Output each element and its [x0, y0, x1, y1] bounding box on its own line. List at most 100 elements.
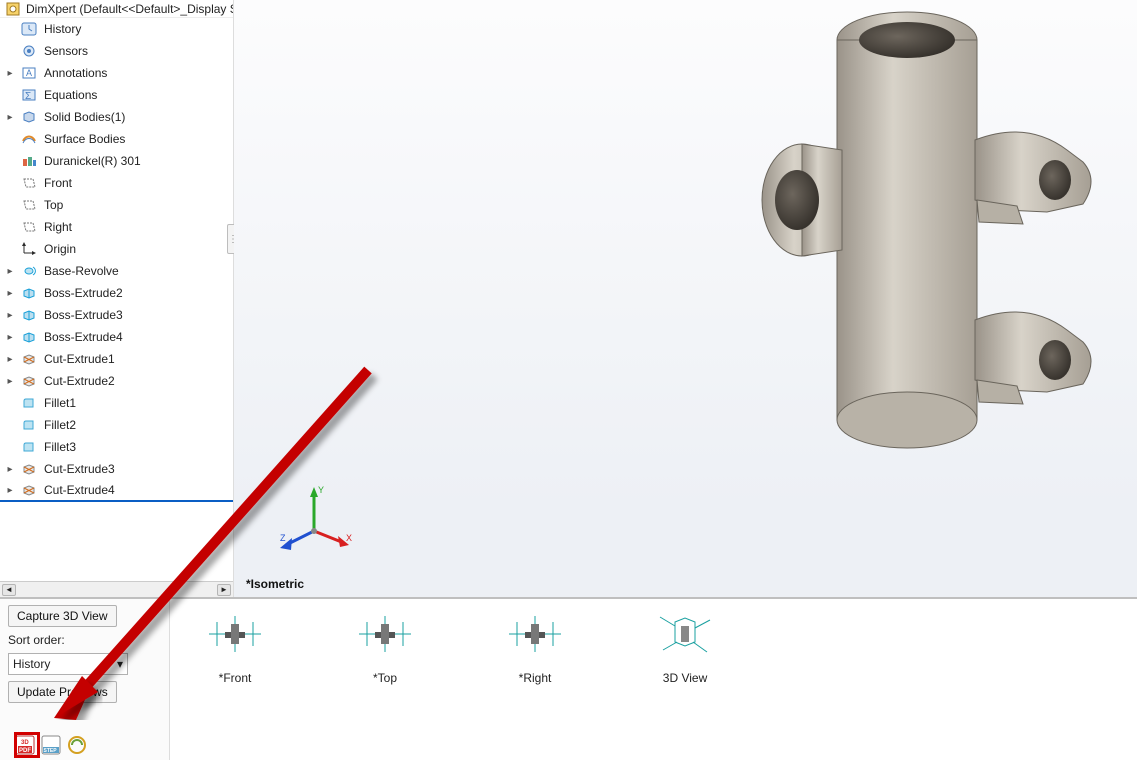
view-thumbnail-icon — [350, 609, 420, 659]
fillet-icon — [20, 395, 38, 411]
tree-item-label: Cut-Extrude2 — [44, 374, 115, 388]
fillet-icon — [20, 417, 38, 433]
tree-item-label: History — [44, 22, 81, 36]
plane-icon — [20, 219, 38, 235]
graphics-viewport[interactable]: Y X Z — [234, 0, 1137, 597]
tree-item-cut-extrude3[interactable]: ▸ Cut-Extrude3 — [0, 458, 233, 480]
tree-item-sensors[interactable]: Sensors — [0, 40, 233, 62]
tree-header[interactable]: DimXpert (Default<<Default>_Display S — [0, 0, 233, 18]
tree-item-base-revolve[interactable]: ▸ Base-Revolve — [0, 260, 233, 282]
scroll-left-arrow[interactable]: ◄ — [2, 584, 16, 596]
tree-item-label: Front — [44, 176, 72, 190]
tree-item-cut-extrude1[interactable]: ▸ Cut-Extrude1 — [0, 348, 233, 370]
view-orientation-label: *Isometric — [246, 577, 304, 591]
tree-item-cut-extrude2[interactable]: ▸ Cut-Extrude2 — [0, 370, 233, 392]
svg-text:A: A — [26, 68, 32, 78]
cut-icon — [20, 373, 38, 389]
sort-order-label: Sort order: — [8, 633, 161, 647]
expand-caret[interactable]: ▸ — [6, 354, 14, 365]
tree-item-solid-bodies-1-[interactable]: ▸ Solid Bodies(1) — [0, 106, 233, 128]
scroll-right-arrow[interactable]: ► — [217, 584, 231, 596]
model-render — [707, 0, 1127, 460]
expand-caret[interactable]: ▸ — [6, 68, 14, 79]
expand-caret[interactable]: ▸ — [6, 266, 14, 277]
tree-item-top[interactable]: Top — [0, 194, 233, 216]
revolve-icon — [20, 263, 38, 279]
tree-item-label: Boss-Extrude4 — [44, 330, 123, 344]
plane-icon — [20, 175, 38, 191]
tree-item-label: Fillet3 — [44, 440, 76, 454]
svg-text:X: X — [346, 533, 352, 543]
capture-3d-view-button[interactable]: Capture 3D View — [8, 605, 117, 627]
view-thumb-3d-view[interactable]: 3D View — [640, 609, 730, 750]
tree-item-boss-extrude3[interactable]: ▸ Boss-Extrude3 — [0, 304, 233, 326]
extrude-icon — [20, 329, 38, 345]
solidbodies-icon — [20, 109, 38, 125]
tree-title-text: DimXpert (Default<<Default>_Display S — [26, 2, 233, 16]
tree-item-surface-bodies[interactable]: Surface Bodies — [0, 128, 233, 150]
view-thumb--top[interactable]: *Top — [340, 609, 430, 750]
tree-item-label: Sensors — [44, 44, 88, 58]
tree-item-label: Origin — [44, 242, 76, 256]
tree-item-label: Cut-Extrude3 — [44, 462, 115, 476]
tree-horizontal-scrollbar[interactable]: ◄ ► — [0, 581, 233, 597]
tree-item-label: Solid Bodies(1) — [44, 110, 125, 124]
svg-text:3D: 3D — [21, 740, 29, 746]
publish-icons-row: PDF 3D STEP — [14, 734, 88, 756]
tree-item-cut-extrude4[interactable]: ▸ Cut-Extrude4 — [0, 480, 233, 502]
tree-item-label: Boss-Extrude3 — [44, 308, 123, 322]
cut-icon — [20, 351, 38, 367]
history-icon — [20, 21, 38, 37]
svg-text:PDF: PDF — [19, 748, 31, 754]
cut-icon — [20, 482, 38, 498]
tree-item-right[interactable]: Right — [0, 216, 233, 238]
expand-caret[interactable]: ▸ — [6, 485, 14, 496]
expand-caret[interactable]: ▸ — [6, 464, 14, 475]
tree-item-annotations[interactable]: ▸ A Annotations — [0, 62, 233, 84]
tree-item-fillet3[interactable]: Fillet3 — [0, 436, 233, 458]
sort-order-select[interactable]: History ▾ — [8, 653, 128, 675]
surfacebodies-icon — [20, 131, 38, 147]
tree-item-front[interactable]: Front — [0, 172, 233, 194]
view-thumb--front[interactable]: *Front — [190, 609, 280, 750]
tree-item-equations[interactable]: Σ Equations — [0, 84, 233, 106]
orientation-triad: Y X Z — [274, 481, 354, 561]
tree-item-duranickel-r-301[interactable]: Duranickel(R) 301 — [0, 150, 233, 172]
expand-caret[interactable]: ▸ — [6, 376, 14, 387]
publish-3d-pdf-icon[interactable]: PDF 3D — [14, 734, 36, 756]
tree-item-boss-extrude2[interactable]: ▸ Boss-Extrude2 — [0, 282, 233, 304]
sensors-icon — [20, 43, 38, 59]
annotations-icon: A — [20, 65, 38, 81]
tree-item-label: Duranickel(R) 301 — [44, 154, 141, 168]
plane-icon — [20, 197, 38, 213]
feature-tree-list[interactable]: History Sensors ▸ A Annotations Σ Equati… — [0, 18, 233, 581]
extrude-icon — [20, 285, 38, 301]
tree-item-boss-extrude4[interactable]: ▸ Boss-Extrude4 — [0, 326, 233, 348]
tree-item-label: Top — [44, 198, 63, 212]
view-thumbnail-icon — [500, 609, 570, 659]
cut-icon — [20, 461, 38, 477]
expand-caret[interactable]: ▸ — [6, 112, 14, 123]
mbd-views-panel: Capture 3D View Sort order: History ▾ Up… — [0, 598, 1137, 760]
tree-item-origin[interactable]: Origin — [0, 238, 233, 260]
update-previews-button[interactable]: Update Previews — [8, 681, 117, 703]
extrude-icon — [20, 307, 38, 323]
tree-item-label: Annotations — [44, 66, 107, 80]
origin-icon — [20, 241, 38, 257]
tree-item-fillet1[interactable]: Fillet1 — [0, 392, 233, 414]
tree-item-fillet2[interactable]: Fillet2 — [0, 414, 233, 436]
tree-item-history[interactable]: History — [0, 18, 233, 40]
expand-caret[interactable]: ▸ — [6, 310, 14, 321]
view-thumb-label: *Right — [519, 671, 552, 685]
tree-item-label: Base-Revolve — [44, 264, 119, 278]
tree-item-label: Fillet1 — [44, 396, 76, 410]
edrawings-icon[interactable] — [66, 734, 88, 756]
view-thumb-label: *Front — [219, 671, 252, 685]
publish-step-icon[interactable]: STEP — [40, 734, 62, 756]
svg-text:STEP: STEP — [44, 748, 58, 754]
view-thumb--right[interactable]: *Right — [490, 609, 580, 750]
expand-caret[interactable]: ▸ — [6, 288, 14, 299]
expand-caret[interactable]: ▸ — [6, 332, 14, 343]
fillet-icon — [20, 439, 38, 455]
view-thumbnail-icon — [200, 609, 270, 659]
